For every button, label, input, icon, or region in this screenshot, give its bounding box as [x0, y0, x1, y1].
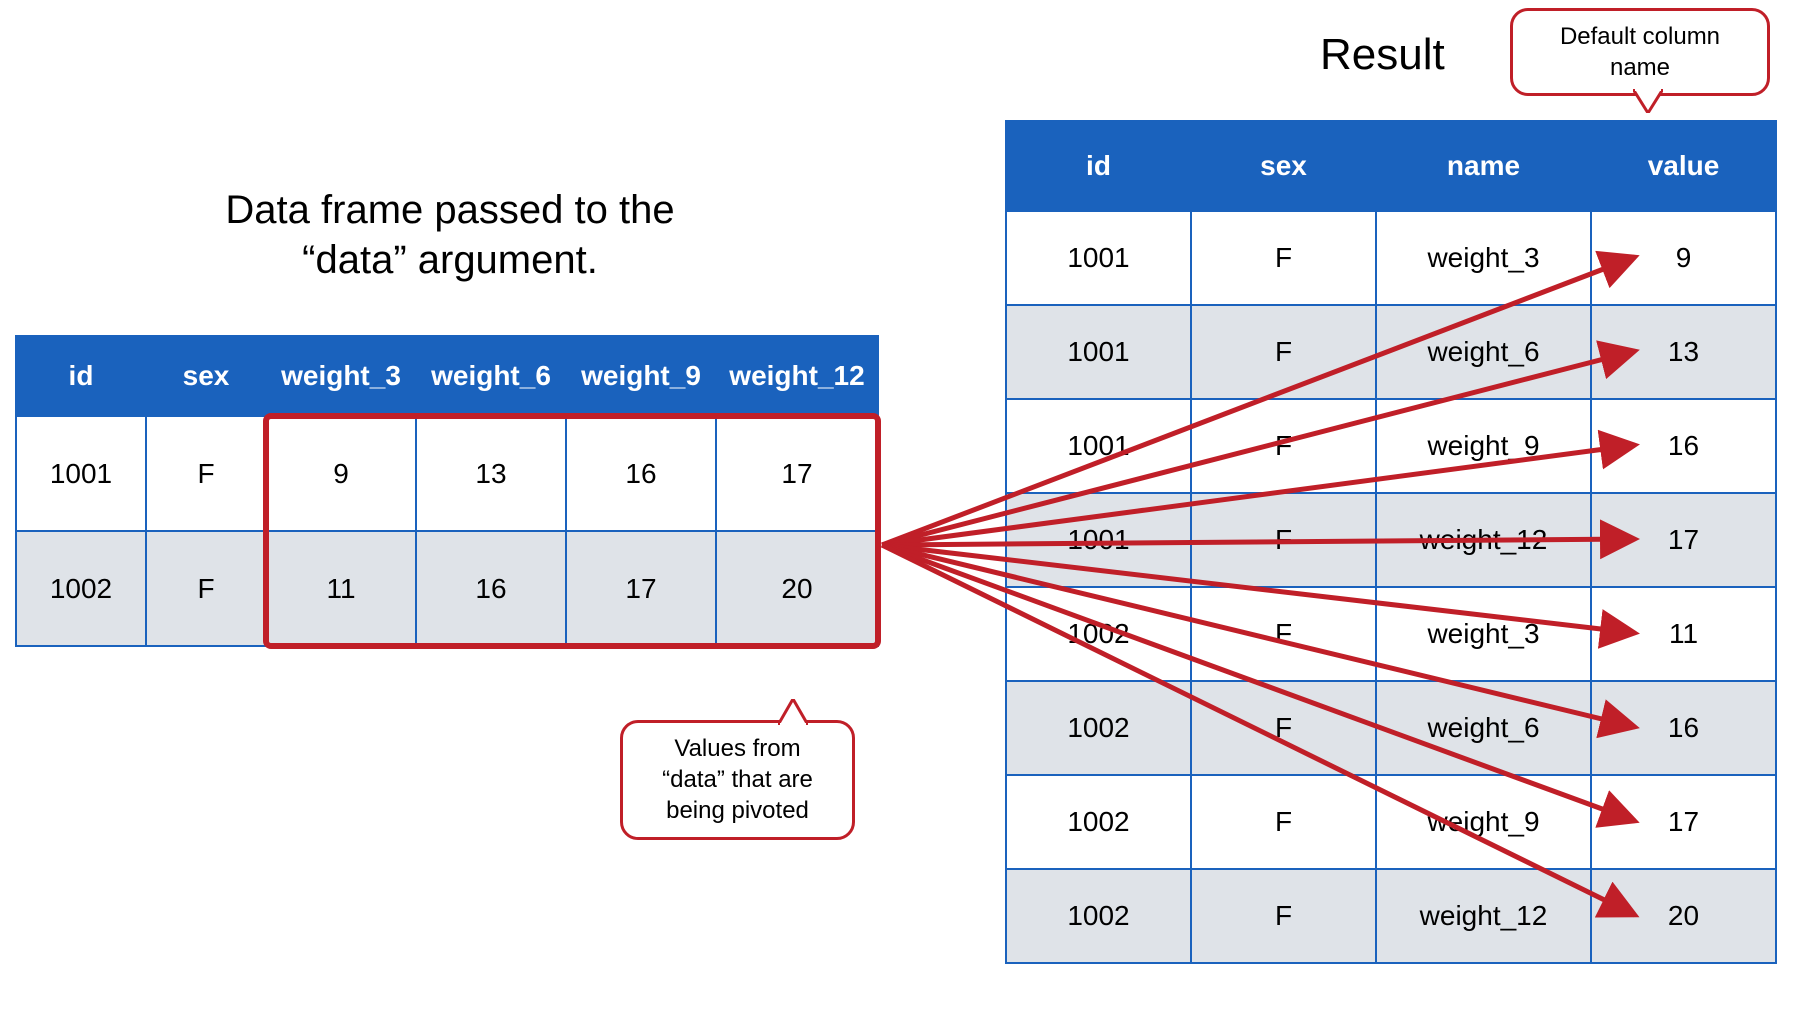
cell: F: [1191, 305, 1376, 399]
callout-default-column: Default columnname: [1510, 8, 1770, 96]
table-row: 1001 F weight_6 13: [1006, 305, 1776, 399]
cell: 16: [566, 416, 716, 531]
cell: 16: [1591, 681, 1776, 775]
table-row: 1002 F weight_12 20: [1006, 869, 1776, 963]
cell: weight_3: [1376, 211, 1591, 305]
cell: 17: [1591, 775, 1776, 869]
cell: 1002: [1006, 869, 1191, 963]
cell: 11: [266, 531, 416, 646]
col-weight-6: weight_6: [416, 336, 566, 416]
table-row: 1001 F weight_9 16: [1006, 399, 1776, 493]
cell: F: [146, 531, 266, 646]
cell: 1001: [1006, 211, 1191, 305]
table-header-row: id sex name value: [1006, 121, 1776, 211]
left-caption: Data frame passed to the“data” argument.: [170, 185, 730, 285]
table-row: 1001 F 9 13 16 17: [16, 416, 878, 531]
table-row: 1002 F weight_3 11: [1006, 587, 1776, 681]
col-weight-12: weight_12: [716, 336, 878, 416]
col-name: name: [1376, 121, 1591, 211]
table-row: 1001 F weight_12 17: [1006, 493, 1776, 587]
cell: F: [1191, 587, 1376, 681]
cell: F: [146, 416, 266, 531]
col-id: id: [1006, 121, 1191, 211]
cell: 17: [1591, 493, 1776, 587]
cell: 1001: [16, 416, 146, 531]
col-sex: sex: [146, 336, 266, 416]
table-row: 1002 F weight_6 16: [1006, 681, 1776, 775]
cell: F: [1191, 399, 1376, 493]
cell: 1002: [16, 531, 146, 646]
cell: F: [1191, 775, 1376, 869]
cell: 1002: [1006, 775, 1191, 869]
callout-default-text: Default columnname: [1560, 23, 1720, 81]
cell: 20: [716, 531, 878, 646]
cell: 1001: [1006, 399, 1191, 493]
col-sex: sex: [1191, 121, 1376, 211]
callout-tail-icon: [778, 699, 808, 725]
diagram-stage: Data frame passed to the“data” argument.…: [0, 0, 1800, 1013]
table-header-row: id sex weight_3 weight_6 weight_9 weight…: [16, 336, 878, 416]
cell: 16: [416, 531, 566, 646]
cell: 20: [1591, 869, 1776, 963]
cell: F: [1191, 493, 1376, 587]
col-value: value: [1591, 121, 1776, 211]
cell: 1002: [1006, 587, 1191, 681]
cell: 11: [1591, 587, 1776, 681]
callout-pivoted-values: Values from“data” that arebeing pivoted: [620, 720, 855, 840]
cell: 1001: [1006, 305, 1191, 399]
result-title: Result: [1320, 30, 1445, 80]
cell: weight_9: [1376, 399, 1591, 493]
cell: 17: [566, 531, 716, 646]
cell: F: [1191, 681, 1376, 775]
long-result-table: id sex name value 1001 F weight_3 9 1001…: [1005, 120, 1777, 964]
left-caption-text: Data frame passed to the“data” argument.: [225, 188, 674, 282]
cell: 1002: [1006, 681, 1191, 775]
cell: 13: [1591, 305, 1776, 399]
col-weight-9: weight_9: [566, 336, 716, 416]
wide-data-table: id sex weight_3 weight_6 weight_9 weight…: [15, 335, 879, 647]
cell: weight_3: [1376, 587, 1591, 681]
col-id: id: [16, 336, 146, 416]
table-row: 1002 F weight_9 17: [1006, 775, 1776, 869]
callout-values-text: Values from“data” that arebeing pivoted: [662, 735, 813, 824]
cell: 13: [416, 416, 566, 531]
cell: weight_9: [1376, 775, 1591, 869]
result-title-text: Result: [1320, 30, 1445, 79]
cell: weight_12: [1376, 869, 1591, 963]
cell: weight_12: [1376, 493, 1591, 587]
cell: F: [1191, 211, 1376, 305]
col-weight-3: weight_3: [266, 336, 416, 416]
cell: 9: [1591, 211, 1776, 305]
cell: weight_6: [1376, 305, 1591, 399]
cell: 17: [716, 416, 878, 531]
cell: 1001: [1006, 493, 1191, 587]
cell: 9: [266, 416, 416, 531]
table-row: 1002 F 11 16 17 20: [16, 531, 878, 646]
cell: F: [1191, 869, 1376, 963]
table-row: 1001 F weight_3 9: [1006, 211, 1776, 305]
cell: 16: [1591, 399, 1776, 493]
cell: weight_6: [1376, 681, 1591, 775]
callout-tail-icon: [1633, 89, 1663, 113]
